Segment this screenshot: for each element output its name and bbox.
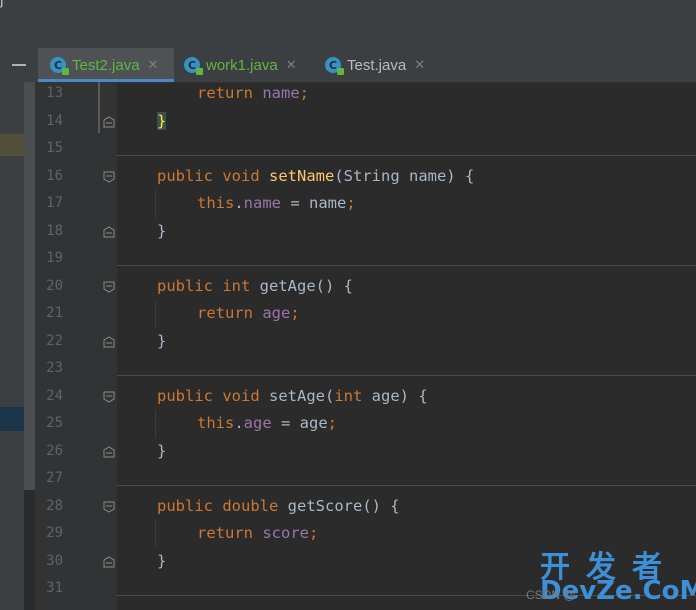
code-text: } [157,331,167,350]
code-text: public int getAge() { [157,276,353,295]
line-number: 25 [46,415,63,431]
code-text: return age; [197,304,300,322]
method-separator [117,484,696,486]
code-text: } [157,111,167,130]
java-class-icon: C [50,57,69,75]
code-line[interactable]: 27 [0,465,696,492]
code-text: this.age = age; [197,414,338,432]
tab-label: work1.java [206,56,278,74]
tab-label: Test2.java [72,56,140,74]
line-number: 30 [46,552,63,569]
code-text: public void setName(String name) { [157,166,475,185]
close-icon[interactable]: ✕ [286,58,297,73]
tab-work1-java[interactable]: C work1.java ✕ [184,48,297,82]
code-line[interactable]: 23 [0,355,696,382]
line-number: 20 [46,277,63,294]
fold-end-icon[interactable] [103,555,115,568]
line-number: 28 [46,497,63,514]
code-text: return score; [197,524,319,542]
toolbar [0,12,696,49]
fold-end-icon[interactable] [103,335,115,348]
line-number: 22 [46,332,63,349]
hide-panel-button[interactable] [0,48,36,82]
fold-start-icon[interactable] [103,391,115,403]
fold-end-icon[interactable] [103,445,115,458]
fold-start-icon[interactable] [103,281,115,293]
line-number: 15 [46,140,63,156]
code-line[interactable]: 15 [0,135,696,162]
tab-test-java[interactable]: C Test.java ✕ [325,48,425,82]
line-number: 13 [46,85,63,101]
code-text: } [157,441,167,460]
code-text: return name; [197,84,309,102]
line-number: 24 [46,387,63,404]
code-text: } [157,221,167,240]
indent-guide [155,410,156,438]
code-line[interactable]: 19 [0,245,696,272]
editor-tab-bar: C Test2.java ✕ C work1.java ✕ C Test.jav… [0,48,696,83]
tab-test2-java[interactable]: C Test2.java ✕ [38,48,174,82]
minus-icon [12,64,26,66]
method-separator [117,374,696,376]
fold-start-icon[interactable] [103,171,115,183]
line-number: 14 [46,112,63,129]
code-text: } [157,551,167,570]
line-number: 26 [46,442,63,459]
fold-end-icon[interactable] [103,115,115,128]
line-number: 27 [46,470,63,486]
code-line[interactable]: 21 return age; [0,300,696,327]
line-number: 29 [46,525,63,541]
line-number: 17 [46,195,63,211]
fold-start-icon[interactable] [103,501,115,513]
line-number: 19 [46,250,63,266]
java-class-icon: C [325,57,344,75]
close-icon[interactable]: ✕ [414,58,425,73]
indent-guide [155,190,156,218]
tab-label: Test.java [347,56,407,74]
method-separator [117,154,696,156]
java-class-icon: C [184,57,203,75]
method-separator [117,264,696,266]
line-number: 23 [46,360,63,376]
code-line[interactable]: 17 this.name = name; [0,190,696,217]
line-number: 31 [46,580,63,596]
line-number: 16 [46,167,63,184]
csdn-label: CSDN @ [526,588,576,602]
code-text: this.name = name; [197,194,356,212]
fold-end-icon[interactable] [103,225,115,238]
line-number: 21 [46,305,63,321]
indent-guide [155,520,156,548]
menu-bar: j [0,0,696,12]
code-text: public double getScore() { [157,496,400,515]
line-number: 18 [46,222,63,239]
close-icon[interactable]: ✕ [148,58,159,73]
code-text: public void setAge(int age) { [157,386,428,405]
indent-guide [155,300,156,328]
code-line[interactable]: 13 return name; [0,80,696,107]
code-line[interactable]: 25 this.age = age; [0,410,696,437]
menu-item-cut[interactable]: j [0,0,4,9]
